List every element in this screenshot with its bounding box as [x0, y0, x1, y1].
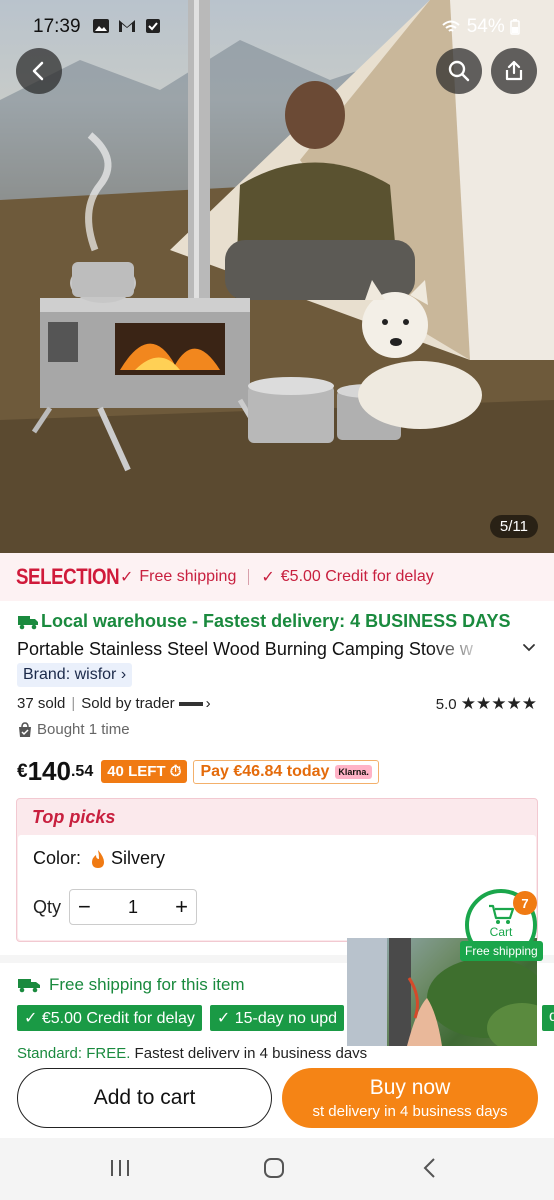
battery-icon — [510, 18, 520, 35]
buy-now-sublabel: st delivery in 4 business days — [312, 1103, 508, 1120]
top-picks-title: Top picks — [32, 807, 116, 827]
price-decimal: .54 — [70, 762, 94, 780]
recent-apps-icon — [111, 1160, 129, 1176]
sold-count: 37 sold — [17, 695, 66, 712]
recent-apps-button[interactable] — [108, 1156, 132, 1185]
brand-label: Brand: wisfor — [23, 666, 117, 683]
color-value: Silvery — [111, 848, 166, 868]
product-image[interactable]: 17:39 54% 5/11 — [0, 0, 554, 553]
status-time: 17:39 — [33, 16, 81, 37]
variant-selector: Color: Silvery Qty − 1 + — [18, 835, 536, 940]
warehouse-text: Local warehouse - Fastest delivery: 4 BU… — [41, 611, 511, 631]
back-button[interactable] — [16, 48, 62, 94]
wifi-icon — [442, 20, 461, 32]
stock-badge-label: 40 LEFT — [107, 763, 166, 780]
shipping-tag: de — [542, 1005, 554, 1031]
sold-by: Sold by trader — [81, 695, 175, 712]
color-label: Color: — [33, 848, 82, 868]
battery-text: 54% — [466, 16, 505, 37]
price-integer: 140 — [27, 756, 71, 786]
selection-credit-delay: ✓ €5.00 Credit for delay — [261, 567, 433, 587]
search-button[interactable] — [436, 48, 482, 94]
shipping-title[interactable]: Free shipping for this item — [17, 975, 245, 995]
buy-now-button[interactable]: Buy now st delivery in 4 business days — [282, 1068, 538, 1128]
cart-label: Cart — [489, 925, 513, 939]
cart-count-badge: 7 — [513, 891, 537, 915]
star-icons: ★★★★★ — [460, 694, 537, 713]
bag-icon — [19, 721, 31, 737]
bought-text: Bought 1 time — [37, 721, 130, 738]
chevron-right-icon: › — [120, 666, 127, 683]
product-title-row[interactable]: Portable Stainless Steel Wood Burning Ca… — [17, 639, 537, 665]
pay-later-label: Pay €46.84 today — [200, 762, 330, 780]
qty-label: Qty — [33, 896, 62, 917]
chevron-right-icon: › — [205, 695, 211, 712]
back-icon — [423, 1158, 435, 1178]
top-picks-panel: Top picks Color: Silvery Qty − 1 + — [16, 798, 538, 942]
truck-icon — [18, 979, 40, 993]
minus-button[interactable]: − — [78, 894, 91, 920]
plus-button[interactable]: + — [175, 894, 188, 920]
rating-value: 5.0 — [435, 696, 457, 713]
gmail-icon — [119, 19, 136, 32]
back-nav-button[interactable] — [418, 1156, 442, 1185]
buy-now-label: Buy now — [369, 1076, 451, 1099]
shipping-tag: ✓ 15-day no upd — [209, 1005, 345, 1031]
selection-item-label: €5.00 Credit for delay — [280, 568, 434, 585]
seller-logo-icon — [178, 701, 203, 706]
image-page-indicator: 5/11 — [489, 515, 538, 538]
quantity-stepper[interactable]: − 1 + — [69, 889, 198, 925]
share-icon — [505, 60, 523, 81]
truck-icon — [18, 615, 38, 629]
share-button[interactable] — [491, 48, 537, 94]
product-title: Portable Stainless Steel Wood Burning Ca… — [17, 639, 473, 659]
price-currency: € — [17, 760, 28, 782]
system-nav-bar — [0, 1138, 554, 1200]
pay-later-badge[interactable]: Pay €46.84 today Klarna. — [193, 759, 379, 784]
add-to-cart-button[interactable]: Add to cart — [17, 1068, 272, 1128]
check-box-icon — [145, 18, 160, 33]
home-button[interactable] — [262, 1156, 286, 1185]
check-icon: ✓ — [120, 569, 134, 586]
cart-free-shipping-pill: Free shipping — [460, 941, 543, 961]
brand-tag[interactable]: Brand: wisfor › — [17, 663, 133, 687]
shipping-tag: ✓ €5.00 Credit for delay — [17, 1005, 202, 1031]
cart-icon — [489, 904, 515, 924]
action-bar: Add to cart Buy now st delivery in 4 bus… — [0, 1058, 554, 1138]
quantity-value: 1 — [128, 896, 139, 917]
rating[interactable]: 5.0 ★★★★★ — [436, 694, 537, 714]
separator: | — [71, 695, 76, 712]
status-bar: 17:39 54% — [0, 0, 554, 52]
clock-icon: ⏱ — [169, 763, 182, 780]
battery-level: 54% — [441, 16, 520, 38]
sold-row[interactable]: 37 sold | Sold by trader › — [17, 695, 211, 712]
search-icon — [448, 60, 470, 82]
klarna-logo: Klarna. — [335, 764, 372, 779]
selection-bar[interactable]: SELECTION ✓ Free shipping ✓ €5.00 Credit… — [0, 553, 554, 601]
notification-icons — [92, 17, 161, 35]
price-row: € 140 .54 40 LEFT ⏱ Pay €46.84 today Kla… — [17, 756, 379, 787]
check-icon: ✓ — [261, 569, 275, 586]
color-selector[interactable]: Color: Silvery — [33, 848, 165, 869]
selection-free-shipping: ✓ Free shipping — [120, 567, 236, 587]
selection-item-label: Free shipping — [139, 568, 237, 585]
shipping-title-text: Free shipping for this item — [49, 975, 245, 994]
image-icon — [93, 18, 109, 33]
bought-row: Bought 1 time — [17, 721, 130, 738]
selection-logo: SELECTION — [16, 564, 120, 589]
chevron-left-icon — [32, 61, 44, 81]
home-icon — [264, 1158, 284, 1178]
flame-icon — [92, 849, 105, 868]
local-warehouse-banner: Local warehouse - Fastest delivery: 4 BU… — [17, 611, 511, 632]
quantity-row: Qty − 1 + — [33, 889, 198, 925]
stock-badge[interactable]: 40 LEFT ⏱ — [101, 760, 188, 783]
chevron-down-icon[interactable] — [521, 639, 537, 660]
divider — [248, 569, 250, 585]
